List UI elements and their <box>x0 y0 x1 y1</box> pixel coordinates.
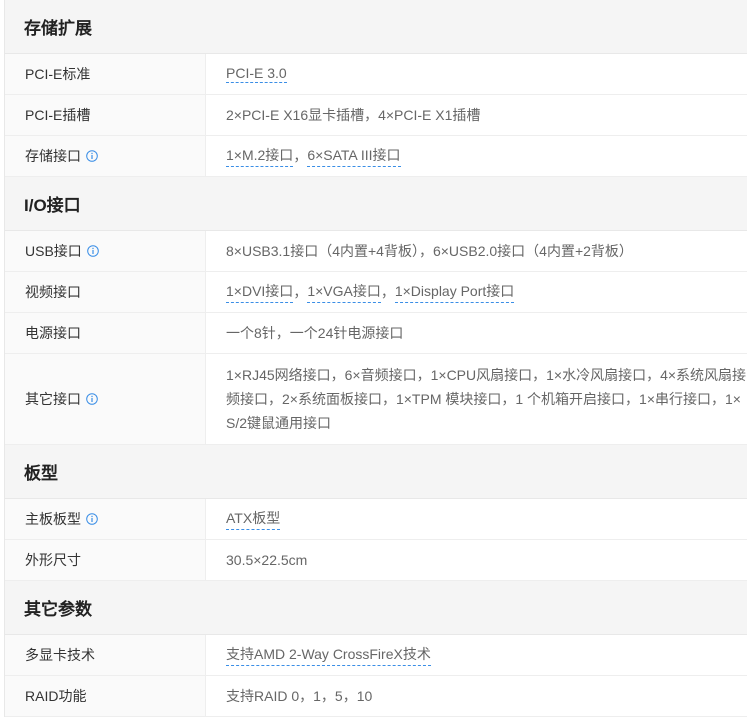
spec-label-text: 视频接口 <box>25 284 81 300</box>
spec-value-link[interactable]: 1×M.2接口 <box>226 145 294 167</box>
spec-value-line: 1×RJ45网络接口，6×音频接口，1×CPU风扇接口，1×水冷风扇接口，4×系… <box>226 367 747 383</box>
spec-row-video: 视频接口 1×DVI接口， 1×VGA接口， 1×Display Port接口 <box>5 272 747 313</box>
spec-label: 其它接口 <box>5 354 206 444</box>
spec-label: 主板板型 <box>5 499 206 539</box>
spec-label-text: 多显卡技术 <box>25 647 95 663</box>
section-header-other-params: 其它参数 <box>5 581 747 635</box>
spec-value-text: 一个8针，一个24针电源接口 <box>226 325 404 341</box>
spec-value-link[interactable]: 1×VGA接口 <box>307 281 381 303</box>
spec-value: 2×PCI-E X16显卡插槽，4×PCI-E X1插槽 <box>206 95 747 135</box>
spec-value: PCI-E 3.0 <box>206 54 747 94</box>
spec-value: 1×M.2接口， 6×SATA III接口 <box>206 136 747 176</box>
spec-value-text: 2×PCI-E X16显卡插槽，4×PCI-E X1插槽 <box>226 107 481 123</box>
spec-label-text: USB接口 <box>25 243 82 259</box>
spec-value-link[interactable]: 支持AMD 2-Way CrossFireX技术 <box>226 644 431 666</box>
spec-row-other-interfaces: 其它接口 1×RJ45网络接口，6×音频接口，1×CPU风扇接口，1×水冷风扇接… <box>5 354 747 445</box>
section-header-io: I/O接口 <box>5 177 747 231</box>
spec-label: 多显卡技术 <box>5 635 206 675</box>
section-header-form-factor: 板型 <box>5 445 747 499</box>
spec-row-power: 电源接口 一个8针，一个24针电源接口 <box>5 313 747 354</box>
spec-label: 存储接口 <box>5 136 206 176</box>
spec-table: 存储扩展 PCI-E标准 PCI-E 3.0 PCI-E插槽 2×PCI-E X… <box>4 0 747 717</box>
spec-value-line: 频接口，2×系统面板接口，1×TPM 模块接口，1 个机箱开启接口，1×串行接口… <box>226 391 741 407</box>
spec-value-link[interactable]: PCI-E 3.0 <box>226 65 287 83</box>
spec-value-link[interactable]: ATX板型 <box>226 508 281 530</box>
spec-row-storage-interface: 存储接口 1×M.2接口， 6×SATA III接口 <box>5 136 747 177</box>
separator: ， <box>380 284 395 300</box>
spec-value: 支持RAID 0，1，5，10 <box>206 676 747 716</box>
section-header-storage: 存储扩展 <box>5 0 747 54</box>
spec-value-link[interactable]: 1×DVI接口 <box>226 281 294 303</box>
spec-label: PCI-E插槽 <box>5 95 206 135</box>
spec-label: PCI-E标准 <box>5 54 206 94</box>
spec-value: 支持AMD 2-Way CrossFireX技术 <box>206 635 747 675</box>
spec-label: USB接口 <box>5 231 206 271</box>
spec-row-multi-gpu: 多显卡技术 支持AMD 2-Way CrossFireX技术 <box>5 635 747 676</box>
spec-row-pcie-slots: PCI-E插槽 2×PCI-E X16显卡插槽，4×PCI-E X1插槽 <box>5 95 747 136</box>
spec-value: 一个8针，一个24针电源接口 <box>206 313 747 353</box>
spec-label-text: 外形尺寸 <box>25 552 81 568</box>
spec-row-usb: USB接口 8×USB3.1接口（4内置+4背板），6×USB2.0接口（4内置… <box>5 231 747 272</box>
spec-value-link[interactable]: 1×Display Port接口 <box>394 281 515 303</box>
spec-label: 外形尺寸 <box>5 540 206 580</box>
spec-label: RAID功能 <box>5 676 206 716</box>
spec-value: 1×DVI接口， 1×VGA接口， 1×Display Port接口 <box>206 272 747 312</box>
spec-value-text: 30.5×22.5cm <box>226 552 308 568</box>
spec-label-text: 其它接口 <box>25 391 81 407</box>
spec-value: 8×USB3.1接口（4内置+4背板），6×USB2.0接口（4内置+2背板） <box>206 231 747 271</box>
spec-label: 电源接口 <box>5 313 206 353</box>
spec-label-text: 存储接口 <box>25 148 81 164</box>
spec-value: ATX板型 <box>206 499 747 539</box>
spec-value-text: 8×USB3.1接口（4内置+4背板），6×USB2.0接口（4内置+2背板） <box>226 243 633 259</box>
spec-label-text: 主板板型 <box>25 511 81 527</box>
spec-label-text: PCI-E插槽 <box>25 107 91 123</box>
spec-label-text: RAID功能 <box>25 688 87 704</box>
spec-value-link[interactable]: 6×SATA III接口 <box>307 145 401 167</box>
separator: ， <box>293 284 308 300</box>
info-circle-icon[interactable] <box>86 150 98 162</box>
spec-value-line: S/2键鼠通用接口 <box>226 415 332 431</box>
info-circle-icon[interactable] <box>86 245 99 257</box>
info-circle-icon[interactable] <box>86 513 98 525</box>
info-circle-icon[interactable] <box>86 393 98 405</box>
spec-row-pcie-standard: PCI-E标准 PCI-E 3.0 <box>5 54 747 95</box>
spec-value: 30.5×22.5cm <box>206 540 747 580</box>
spec-label-text: PCI-E标准 <box>25 66 91 82</box>
spec-row-dimensions: 外形尺寸 30.5×22.5cm <box>5 540 747 581</box>
spec-row-board-type: 主板板型 ATX板型 <box>5 499 747 540</box>
spec-value-text: 支持RAID 0，1，5，10 <box>226 688 373 704</box>
spec-label: 视频接口 <box>5 272 206 312</box>
spec-value: 1×RJ45网络接口，6×音频接口，1×CPU风扇接口，1×水冷风扇接口，4×系… <box>206 354 747 444</box>
separator: ， <box>293 148 308 164</box>
spec-label-text: 电源接口 <box>25 325 81 341</box>
